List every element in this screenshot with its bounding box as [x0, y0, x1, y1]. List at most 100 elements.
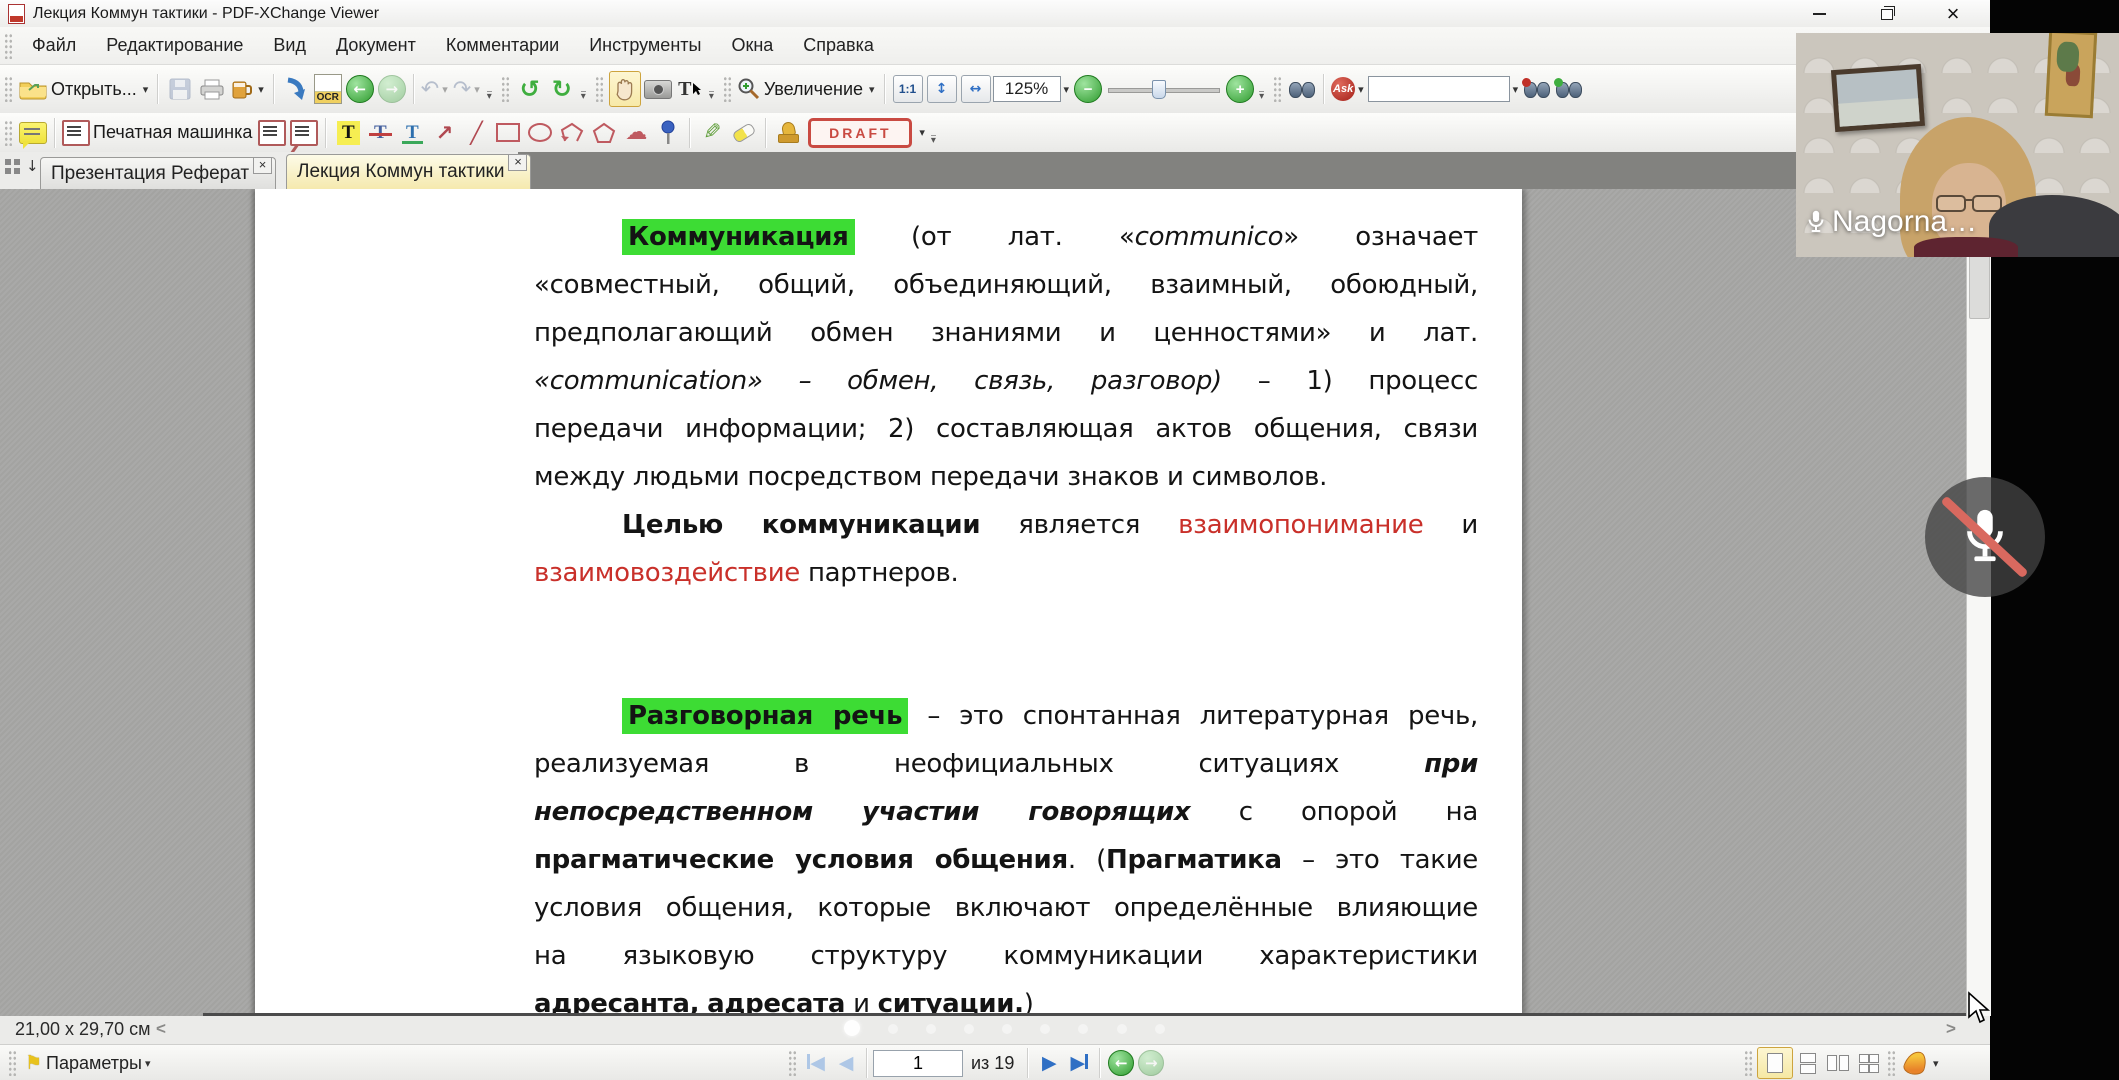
next-page-button[interactable]: ▶ [1036, 1049, 1062, 1077]
toolbar-overflow[interactable]: ▾ [487, 91, 492, 101]
previous-page-button[interactable]: ◀ [833, 1049, 859, 1077]
export-button[interactable]: ▾ [229, 72, 267, 106]
ocr-button[interactable]: OCR [313, 72, 343, 106]
toolbar-overflow[interactable]: ▾ [1259, 91, 1264, 101]
polyline-tool-button[interactable] [557, 116, 587, 150]
go-back-button[interactable]: ← [345, 72, 375, 106]
sticky-note-button[interactable] [18, 116, 48, 150]
facing-continuous-button[interactable] [1855, 1049, 1881, 1077]
menu-edit[interactable]: Редактирование [93, 31, 256, 60]
highlight-tool-button[interactable]: T [333, 116, 363, 150]
line-tool-button[interactable]: ╱ [461, 116, 491, 150]
first-page-button[interactable]: ◀ [803, 1049, 829, 1077]
stamp-tool-button[interactable] [773, 116, 803, 150]
single-page-button[interactable] [1757, 1047, 1793, 1079]
strikeout-tool-button[interactable]: T [365, 116, 395, 150]
next-view-button[interactable]: → [1138, 1049, 1164, 1077]
facing-button[interactable] [1825, 1049, 1851, 1077]
undo-button[interactable]: ↶ ▾ [421, 72, 451, 106]
select-text-button[interactable]: T [675, 72, 705, 106]
toolbar-grip[interactable] [788, 1050, 797, 1076]
minimize-button[interactable] [1806, 4, 1832, 24]
zoom-out-button[interactable]: − [1073, 72, 1103, 106]
search-next-button[interactable] [1554, 72, 1584, 106]
tab-close-icon[interactable]: × [508, 154, 527, 171]
zoom-value-box[interactable]: 125% [993, 76, 1061, 102]
close-button[interactable]: × [1940, 4, 1966, 24]
toolbar-grip[interactable] [501, 76, 510, 102]
snapshot-button[interactable] [643, 72, 673, 106]
search-prev-button[interactable] [1522, 72, 1552, 106]
rotate-ccw-button[interactable]: ↺ [515, 72, 545, 106]
print-button[interactable] [197, 72, 227, 106]
import-button[interactable] [281, 72, 311, 106]
zoom-in-button[interactable]: + [1225, 72, 1255, 106]
ask-search-button[interactable]: Ask ▾ [1331, 72, 1367, 106]
tab-close-icon[interactable]: × [253, 157, 272, 174]
last-page-button[interactable]: ▶ [1066, 1049, 1092, 1077]
toolbar-grip[interactable] [4, 76, 13, 102]
fullscreen-button[interactable] [1902, 1049, 1928, 1077]
toolbar-grip[interactable] [1273, 76, 1282, 102]
separator [884, 74, 886, 104]
open-button[interactable]: Открыть... ▾ [18, 72, 151, 106]
toolbar-overflow[interactable]: ▾ [709, 91, 714, 101]
zoom-slider[interactable] [1108, 76, 1220, 102]
toolbar-overflow[interactable]: ▾ [581, 91, 586, 101]
scroll-left-icon[interactable]: < [156, 1019, 166, 1039]
webcam-video[interactable]: Nagorna… [1796, 33, 2119, 257]
toolbar-grip[interactable] [8, 1050, 17, 1076]
continuous-button[interactable] [1795, 1049, 1821, 1077]
toolbar-grip[interactable] [723, 76, 732, 102]
page-number-input[interactable] [873, 1050, 963, 1077]
menu-view[interactable]: Вид [260, 31, 319, 60]
toolbar-grip[interactable] [595, 76, 604, 102]
vertical-scrollbar[interactable] [1966, 189, 1991, 1016]
scroll-right-icon[interactable]: > [1946, 1019, 1956, 1039]
menu-windows[interactable]: Окна [718, 31, 786, 60]
save-button[interactable] [165, 72, 195, 106]
previous-view-button[interactable]: ← [1108, 1049, 1134, 1077]
rotate-cw-button[interactable]: ↻ [547, 72, 577, 106]
tab-presentation-referat[interactable]: Презентация Реферат × [40, 157, 276, 189]
menu-document[interactable]: Документ [323, 31, 429, 60]
restore-button[interactable] [1874, 4, 1900, 24]
tab-lekcia-kommun-taktiki[interactable]: Лекция Коммун тактики × [286, 154, 531, 189]
pencil-tool-button[interactable]: ✎ [697, 116, 727, 150]
attach-pin-button[interactable] [653, 116, 683, 150]
underline-tool-button[interactable]: T [397, 116, 427, 150]
search-input[interactable] [1368, 76, 1510, 102]
next-view-icon: → [1138, 1050, 1164, 1076]
menu-tools[interactable]: Инструменты [576, 31, 714, 60]
slider-thumb[interactable] [1152, 80, 1166, 99]
options-button[interactable]: Параметры [46, 1053, 142, 1074]
oval-tool-button[interactable] [525, 116, 555, 150]
toolbar-grip[interactable] [4, 33, 13, 59]
toolbar-grip[interactable] [1744, 1050, 1753, 1076]
arrow-tool-button[interactable]: ↗ [429, 116, 459, 150]
cloud-tool-button[interactable]: ☁ [621, 116, 651, 150]
document-view[interactable]: Коммуникация (от лат. «communico» означа… [0, 189, 1966, 1016]
muted-mic-overlay[interactable] [1925, 477, 2045, 597]
zoom-tool-button[interactable]: Увеличение ▾ [737, 72, 878, 106]
go-forward-button[interactable]: → [377, 72, 407, 106]
menu-comments[interactable]: Комментарии [433, 31, 572, 60]
fit-width-button[interactable]: ↔ [961, 75, 991, 103]
callout-button[interactable] [289, 116, 319, 150]
fit-page-button[interactable]: ↕ [927, 75, 957, 103]
polygon-tool-button[interactable] [589, 116, 619, 150]
toolbar-overflow[interactable]: ▾ [931, 135, 936, 145]
highlighter-pen-button[interactable] [729, 116, 759, 150]
menu-file[interactable]: Файл [19, 31, 89, 60]
search-button[interactable] [1287, 72, 1317, 106]
toolbar-grip[interactable] [1887, 1050, 1896, 1076]
rectangle-tool-button[interactable] [493, 116, 523, 150]
toolbar-grip[interactable] [4, 120, 13, 146]
menu-help[interactable]: Справка [790, 31, 887, 60]
actual-size-button[interactable]: 1:1 [893, 75, 923, 103]
hand-tool-button[interactable] [609, 71, 641, 107]
redo-button[interactable]: ↷ ▾ [453, 72, 483, 106]
tile-windows-icon[interactable] [5, 159, 20, 174]
draft-stamp-badge[interactable]: DRAFT [808, 118, 912, 148]
typewriter-button[interactable]: Печатная машинка [62, 116, 255, 150]
